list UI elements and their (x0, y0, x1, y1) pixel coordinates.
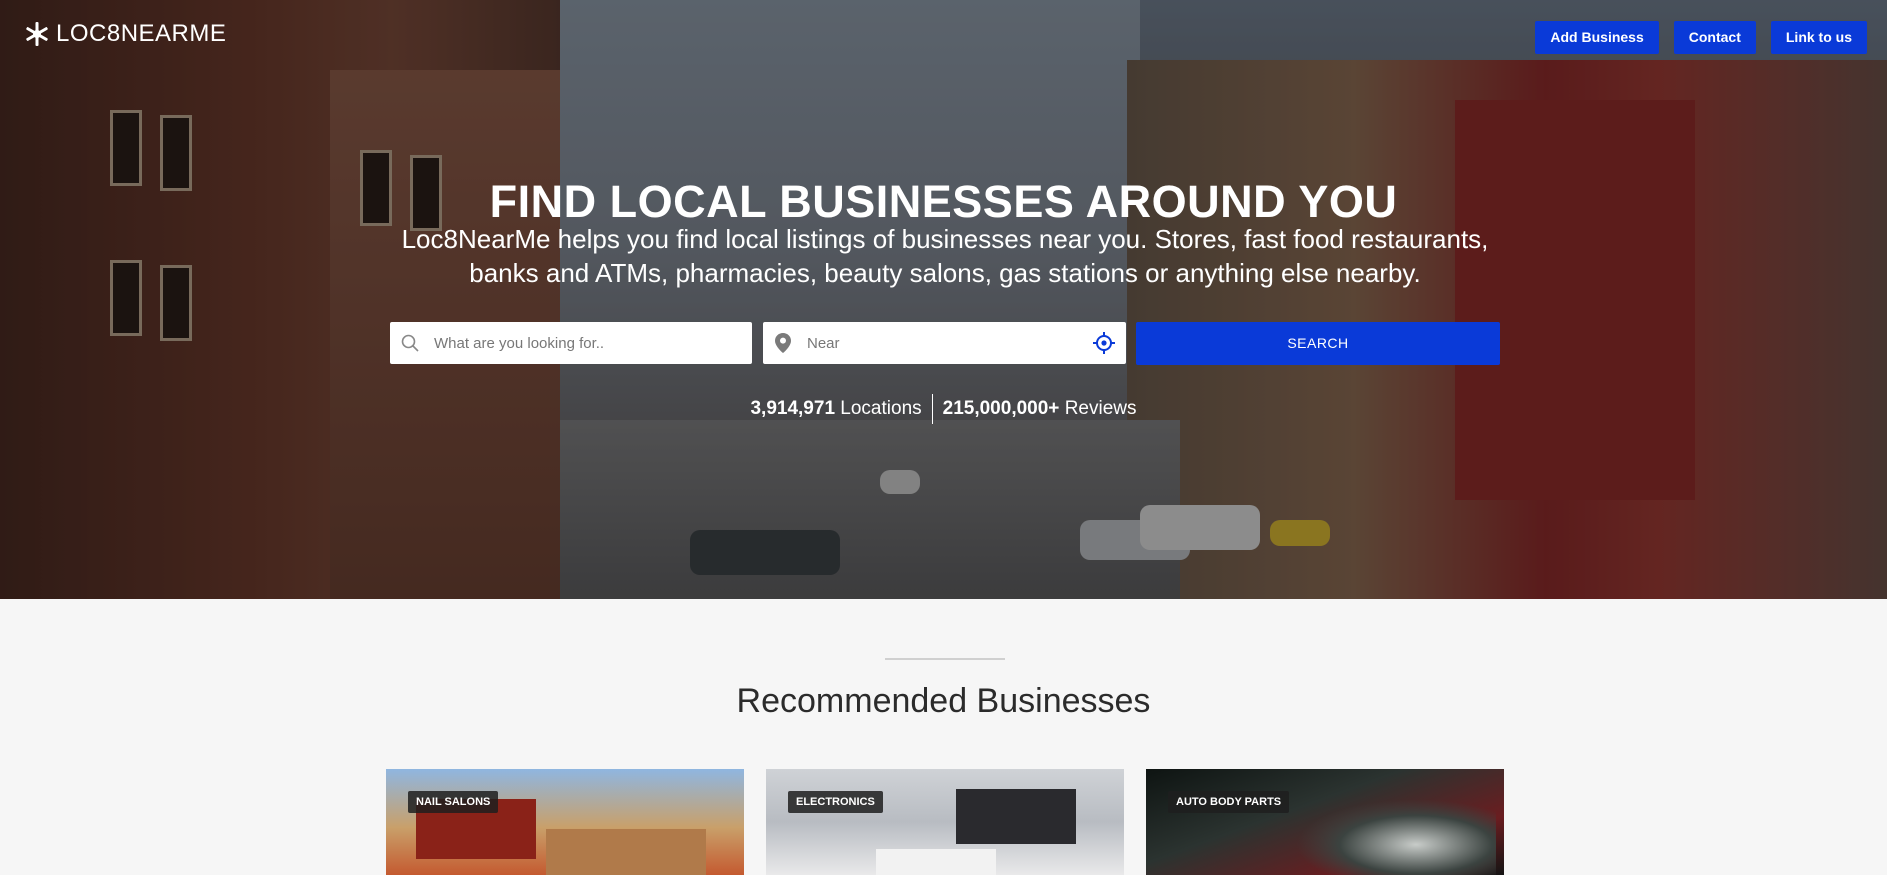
hero-section (0, 0, 1887, 599)
business-card-electronics[interactable]: ELECTRONICS (766, 769, 1124, 875)
hero-title: FIND LOCAL BUSINESSES AROUND YOU (489, 176, 1398, 227)
card-photo-storefront (546, 829, 706, 875)
business-card-auto-body-parts[interactable]: AUTO BODY PARTS (1146, 769, 1504, 875)
locations-count: 3,914,971 (750, 398, 836, 419)
business-card-nail-salons[interactable]: NAIL SALONS (386, 769, 744, 875)
reviews-label: Reviews (1064, 398, 1137, 419)
reviews-stat: 215,000,000+ Reviews (933, 398, 1147, 420)
contact-button[interactable]: Contact (1673, 21, 1756, 54)
card-photo-monitor (956, 789, 1076, 844)
locations-stat: 3,914,971 Locations (740, 398, 931, 420)
category-badge: AUTO BODY PARTS (1168, 791, 1290, 813)
top-navigation: Add Business Contact Link to us (1535, 21, 1867, 54)
search-near-input[interactable] (803, 323, 1082, 363)
site-stats: 3,914,971 Locations 215,000,000+ Reviews (0, 394, 1887, 424)
section-divider (885, 658, 1005, 660)
map-pin-icon (763, 322, 803, 364)
search-what-input[interactable] (430, 323, 752, 363)
category-badge: NAIL SALONS (408, 791, 499, 813)
crosshair-locate-icon[interactable] (1082, 322, 1126, 364)
logo-snowflake-icon (26, 22, 48, 46)
card-photo-counter (876, 849, 996, 875)
category-badge: ELECTRONICS (788, 791, 883, 813)
site-logo[interactable]: LOC8NEARME (24, 20, 226, 48)
search-button[interactable]: SEARCH (1136, 322, 1500, 365)
reviews-count: 215,000,000+ (942, 398, 1060, 419)
hero-dark-overlay (0, 0, 1887, 599)
search-what-box (390, 322, 752, 364)
recommended-section-title: Recommended Businesses (736, 682, 1151, 720)
search-icon (390, 322, 430, 364)
logo-text: LOC8NEARME (56, 20, 227, 47)
locations-label: Locations (840, 398, 922, 419)
add-business-button[interactable]: Add Business (1535, 21, 1659, 54)
link-to-us-button[interactable]: Link to us (1770, 21, 1867, 54)
hero-subtitle: Loc8NearMe helps you find local listings… (401, 224, 1489, 288)
card-photo-car-body (1296, 799, 1496, 875)
search-near-box (763, 322, 1126, 364)
